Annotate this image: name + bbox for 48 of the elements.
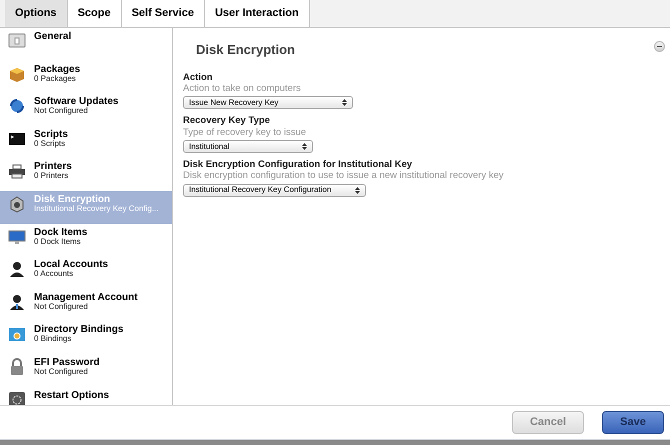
lock-icon [8,358,26,376]
field-label: Action [183,72,214,83]
tab[interactable]: Options [5,0,68,27]
item-title: Disk Encryption [34,194,112,205]
item-subtitle: Not Configured [34,302,88,312]
field-label: Recovery Key Type [183,115,271,127]
stepper-icon [355,186,360,194]
window-icon [8,32,26,50]
item-title: EFI Password [34,356,100,368]
item-title: Printers [34,161,72,172]
stepper-icon [342,99,347,106]
printer-icon [8,162,26,180]
item-subtitle: 0 Dock Items [34,238,82,246]
item-title: General [34,31,72,42]
person-icon [8,260,26,278]
tab[interactable]: Scope [68,0,122,27]
person-icon [8,292,26,311]
field-label: Disk Encryption Configuration for Institutional Key [183,159,414,170]
collapse-icon[interactable] [654,41,665,52]
stepper-icon [302,143,307,150]
field-description: Type of recovery key to issue [183,126,308,138]
map-icon [8,325,26,344]
dropdown[interactable]: Issue New Recovery Key [183,96,353,110]
field-description: Action to take on computers [183,82,302,94]
item-subtitle: Not Configured [34,107,88,116]
item-subtitle: 0 Scripts [34,140,66,149]
item-subtitle: 0 Bindings [34,335,72,344]
dropdown[interactable]: Institutional [183,140,313,154]
item-subtitle: Not Configured [34,368,89,377]
item-subtitle: Institutional Recovery Key Config... [34,204,159,214]
item-title: Restart Options [34,390,110,401]
dropdown[interactable]: Institutional Recovery Key Configuration [183,184,366,197]
section-title: Disk Encryption [196,41,295,59]
item-title: Management Account [34,292,138,303]
item-title: Dock Items [34,226,88,238]
item-title: Software Updates [34,96,118,108]
field-description: Disk encryption configuration to use to issue a new institutional recovery key [183,170,505,182]
item-title: Scripts [34,128,68,140]
tab[interactable]: Self Service [122,0,205,27]
monitor-icon [8,228,26,246]
globe-icon [8,97,26,116]
item-subtitle: 0 Printers [34,172,70,182]
item-title: Directory Bindings [34,324,124,336]
tab[interactable]: User Interaction [204,0,310,27]
item-subtitle: 0 Packages [34,74,76,84]
item-title: Packages [34,64,80,75]
item-subtitle: 0 Accounts [34,270,74,279]
item-title: Local Accounts [34,259,108,270]
